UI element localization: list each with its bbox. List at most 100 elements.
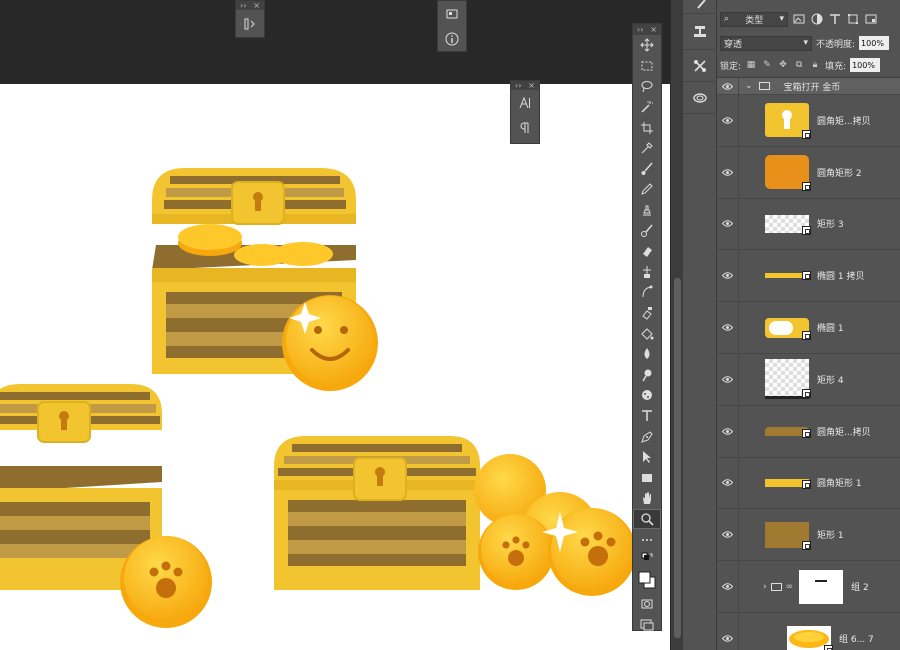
visibility-eye-icon[interactable] xyxy=(717,561,739,612)
layer-row[interactable]: 圆角矩形 2 xyxy=(717,146,900,199)
document-canvas[interactable] xyxy=(0,84,670,650)
marquee-tool-icon[interactable] xyxy=(633,56,661,77)
chevron-down-icon[interactable]: ⌄ xyxy=(745,81,753,91)
libraries-dock-icon[interactable] xyxy=(683,82,717,114)
filter-adjustment-icon[interactable] xyxy=(810,12,824,26)
visibility-eye-icon[interactable] xyxy=(717,78,739,94)
pencil-tool-icon[interactable] xyxy=(633,179,661,200)
opacity-input[interactable]: 100% xyxy=(859,36,890,50)
layer-row[interactable]: 圆角矩...拷贝 xyxy=(717,405,900,458)
layer-row[interactable]: 圆角矩形 1 xyxy=(717,457,900,510)
zoom-tool-icon[interactable] xyxy=(633,508,661,530)
filter-type-icon[interactable] xyxy=(828,12,842,26)
quick-mask-icon[interactable] xyxy=(633,594,661,615)
layer-filter-value: 类型 xyxy=(745,15,764,26)
more-tools-icon[interactable] xyxy=(633,529,661,550)
visibility-eye-icon[interactable] xyxy=(717,509,739,561)
paragraph-panel-icon[interactable] xyxy=(511,116,539,140)
visibility-eye-icon[interactable] xyxy=(717,198,739,250)
smudge-tool-icon[interactable] xyxy=(633,262,661,283)
mini-panel-history[interactable]: ›› × xyxy=(235,0,265,38)
filter-shape-icon[interactable] xyxy=(846,12,860,26)
type-tool-icon[interactable] xyxy=(633,406,661,427)
rectangle-tool-icon[interactable] xyxy=(633,467,661,488)
filter-pixel-icon[interactable] xyxy=(792,12,806,26)
sponge-tool-icon[interactable] xyxy=(633,385,661,406)
canvas-vertical-scrollbar[interactable] xyxy=(670,0,683,650)
smart-object-badge-icon xyxy=(802,130,811,140)
filter-smart-object-icon[interactable] xyxy=(864,12,878,26)
blur-tool-icon[interactable] xyxy=(633,344,661,365)
clone-stamp-tool-icon[interactable] xyxy=(633,200,661,221)
tool-presets-dock-icon[interactable] xyxy=(683,50,717,82)
history-brush-tool-icon[interactable] xyxy=(633,220,661,241)
dodge-tool-icon[interactable] xyxy=(633,365,661,386)
chevron-down-icon: ▾ xyxy=(779,14,784,24)
eyedropper-tool-icon[interactable] xyxy=(633,138,661,159)
pen-curve-tool-icon[interactable] xyxy=(633,282,661,303)
layer-group-header[interactable]: ⌄ 宝箱打开 金币 xyxy=(717,78,900,95)
move-tool-icon[interactable] xyxy=(633,35,661,56)
visibility-eye-icon[interactable] xyxy=(717,95,739,146)
lock-pixels-icon[interactable]: ✎ xyxy=(761,59,773,71)
layer-row[interactable]: 椭圆 1 拷贝 xyxy=(717,250,900,303)
layer-name: 圆角矩形 2 xyxy=(817,168,862,179)
layer-row[interactable]: 组 6... 7 xyxy=(717,612,900,650)
visibility-eye-icon[interactable] xyxy=(717,353,739,405)
chevron-right-icon[interactable]: › xyxy=(763,582,767,592)
folder-icon xyxy=(770,582,782,591)
magic-wand-tool-icon[interactable] xyxy=(633,97,661,118)
mini-panel-history-header: ›› × xyxy=(236,1,264,10)
visibility-eye-icon[interactable] xyxy=(717,405,739,457)
layer-row[interactable]: 矩形 4 xyxy=(717,353,900,406)
layer-row[interactable]: 圆角矩...拷贝 xyxy=(717,95,900,147)
layer-name: 组 2 xyxy=(851,583,869,594)
crop-tool-icon[interactable] xyxy=(633,117,661,138)
visibility-eye-icon[interactable] xyxy=(717,457,739,509)
visibility-eye-icon[interactable] xyxy=(717,250,739,302)
lock-position-icon[interactable]: ✥ xyxy=(777,59,789,71)
layer-row[interactable]: 椭圆 1 xyxy=(717,302,900,354)
tools-panel-header: ›› × xyxy=(633,24,661,35)
brush-tool-icon[interactable] xyxy=(633,159,661,180)
lock-fill-row: 锁定: ▦ ✎ ✥ ⧉ 🔒︎ 填充: 100% xyxy=(720,57,897,73)
eraser-tool-icon[interactable] xyxy=(633,241,661,262)
brush-settings-dock-icon[interactable] xyxy=(683,0,717,14)
layer-list[interactable]: ⌄ 宝箱打开 金币 圆角矩...拷贝 圆角矩形 2 矩形 3 椭圆 1 拷贝 椭… xyxy=(717,78,900,650)
default-colors-icon[interactable] xyxy=(633,550,661,566)
mini-panel-character[interactable]: ›› × xyxy=(510,80,540,144)
screen-mode-icon[interactable] xyxy=(633,614,661,635)
clone-source-dock-icon[interactable] xyxy=(683,14,717,50)
layer-name: 圆角矩形 1 xyxy=(817,479,862,490)
lock-all-icon[interactable]: 🔒︎ xyxy=(809,59,821,71)
pen-tool-icon[interactable] xyxy=(633,426,661,447)
blend-mode-select[interactable]: 穿透 ▾ xyxy=(720,35,812,51)
scrollbar-thumb[interactable] xyxy=(674,278,681,638)
visibility-eye-icon[interactable] xyxy=(717,146,739,198)
blend-opacity-row: 穿透 ▾ 不透明度: 100% xyxy=(720,35,897,51)
gradient-eraser-tool-icon[interactable] xyxy=(633,303,661,324)
hand-tool-icon[interactable] xyxy=(633,488,661,509)
fill-input[interactable]: 100% xyxy=(850,58,881,72)
paint-bucket-tool-icon[interactable] xyxy=(633,323,661,344)
lock-artboard-icon[interactable]: ⧉ xyxy=(793,59,805,71)
visibility-eye-icon[interactable] xyxy=(717,302,739,353)
chevron-down-icon: ▾ xyxy=(803,38,808,48)
smart-object-badge-icon xyxy=(802,479,811,489)
layer-row[interactable]: › ∞ 组 2 xyxy=(717,561,900,613)
path-selection-tool-icon[interactable] xyxy=(633,447,661,468)
layer-thumbnail xyxy=(765,214,811,235)
foreground-background-color-icon[interactable] xyxy=(633,566,661,594)
properties-icon[interactable] xyxy=(438,1,466,27)
lock-transparency-icon[interactable]: ▦ xyxy=(745,59,757,71)
layer-row[interactable]: 矩形 1 xyxy=(717,509,900,562)
layer-filter-select[interactable]: ⌕ 类型 ▾ xyxy=(720,11,788,27)
history-icon[interactable] xyxy=(236,10,264,38)
character-panel-icon[interactable] xyxy=(511,90,539,116)
layer-group-name: 宝箱打开 金币 xyxy=(783,82,841,93)
layer-row[interactable]: 矩形 3 xyxy=(717,198,900,251)
lasso-tool-icon[interactable] xyxy=(633,76,661,97)
mini-panel-info[interactable] xyxy=(437,0,467,52)
info-icon[interactable] xyxy=(438,27,466,51)
visibility-eye-icon[interactable] xyxy=(717,612,739,650)
